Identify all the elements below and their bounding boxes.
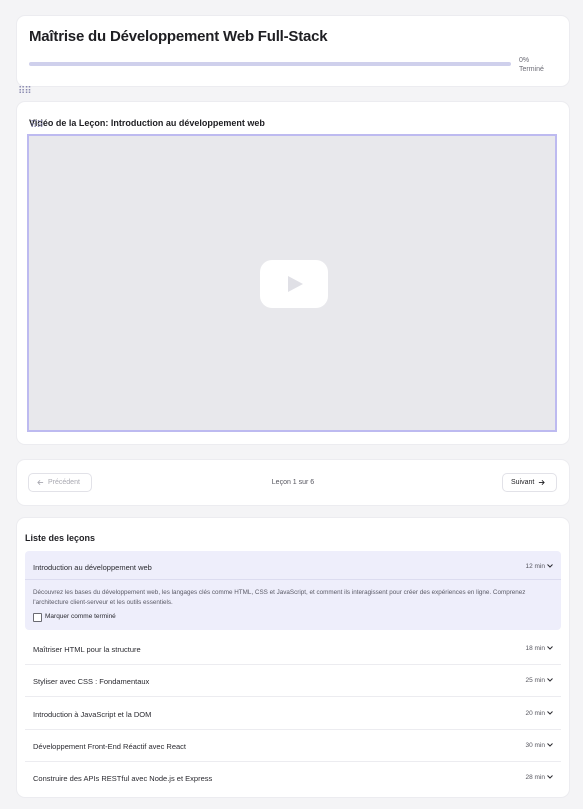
lesson-duration: 12 min — [525, 563, 545, 570]
lesson-item[interactable]: Construire des APIs RESTful avec Node.js… — [25, 762, 561, 794]
chevron-down-icon[interactable] — [547, 710, 553, 716]
next-button[interactable]: Suivant — [502, 473, 557, 492]
lesson-duration: 18 min — [525, 645, 545, 652]
lesson-duration: 30 min — [525, 742, 545, 749]
lesson-item[interactable]: Styliser avec CSS : Fondamentaux 25 min — [25, 665, 561, 697]
divider — [25, 579, 561, 580]
chevron-down-icon[interactable] — [547, 774, 553, 780]
video-player[interactable] — [27, 134, 557, 432]
drag-handle-icon[interactable]: ⠿⠿ — [18, 87, 32, 97]
play-button[interactable] — [260, 260, 328, 308]
mark-complete-label[interactable]: Marquer comme terminé — [45, 613, 116, 620]
arrow-right-icon — [539, 480, 546, 485]
progress-percent: 0% — [519, 57, 530, 64]
video-card: Vidéo de la Leçon: Introduction au dével… — [17, 102, 569, 444]
next-label: Suivant — [511, 479, 535, 486]
lesson-title: Introduction au développement web — [33, 563, 152, 572]
lesson-item[interactable]: Développement Front-End Réactif avec Rea… — [25, 730, 561, 762]
lesson-title: Développement Front-End Réactif avec Rea… — [33, 742, 186, 751]
lesson-item-expanded[interactable]: Introduction au développement web 12 min… — [25, 551, 561, 630]
chevron-down-icon[interactable] — [547, 742, 553, 748]
course-header-card: Maîtrise du Développement Web Full-Stack… — [17, 16, 569, 86]
chevron-down-icon[interactable] — [547, 645, 553, 651]
play-icon — [288, 276, 303, 292]
lesson-counter: Leçon 1 sur 6 — [271, 479, 315, 486]
chevron-down-icon[interactable] — [547, 677, 553, 683]
lesson-duration: 25 min — [525, 677, 545, 684]
lesson-title: Maîtriser HTML pour la structure — [33, 645, 141, 654]
lesson-title: Construire des APIs RESTful avec Node.js… — [33, 774, 213, 783]
lesson-navigation-card: Précédent Leçon 1 sur 6 Suivant — [17, 460, 569, 505]
progress-status: Terminé — [519, 66, 544, 73]
lesson-list-card: Liste des leçons Introduction au dévelop… — [17, 518, 569, 797]
lesson-description: Découvrez les bases du développement web… — [33, 589, 526, 606]
progress-bar — [29, 62, 511, 66]
lesson-duration: 28 min — [525, 774, 545, 781]
lesson-list-heading: Liste des leçons — [25, 533, 96, 543]
video-heading: Vidéo de la Leçon: Introduction au dével… — [29, 118, 265, 128]
mark-complete-checkbox[interactable] — [33, 613, 42, 622]
drag-handle-icon[interactable]: ⠿⠿ — [30, 121, 44, 131]
progress-label: 0% Terminé — [519, 56, 544, 74]
lesson-duration: 20 min — [525, 710, 545, 717]
course-title: Maîtrise du Développement Web Full-Stack — [29, 28, 328, 45]
lesson-item[interactable]: Introduction à JavaScript et la DOM 20 m… — [25, 698, 561, 730]
chevron-down-icon[interactable] — [547, 563, 553, 569]
lesson-title: Styliser avec CSS : Fondamentaux — [33, 677, 150, 686]
lesson-item[interactable]: Maîtriser HTML pour la structure 18 min — [25, 633, 561, 665]
lesson-title: Introduction à JavaScript et la DOM — [33, 710, 152, 719]
